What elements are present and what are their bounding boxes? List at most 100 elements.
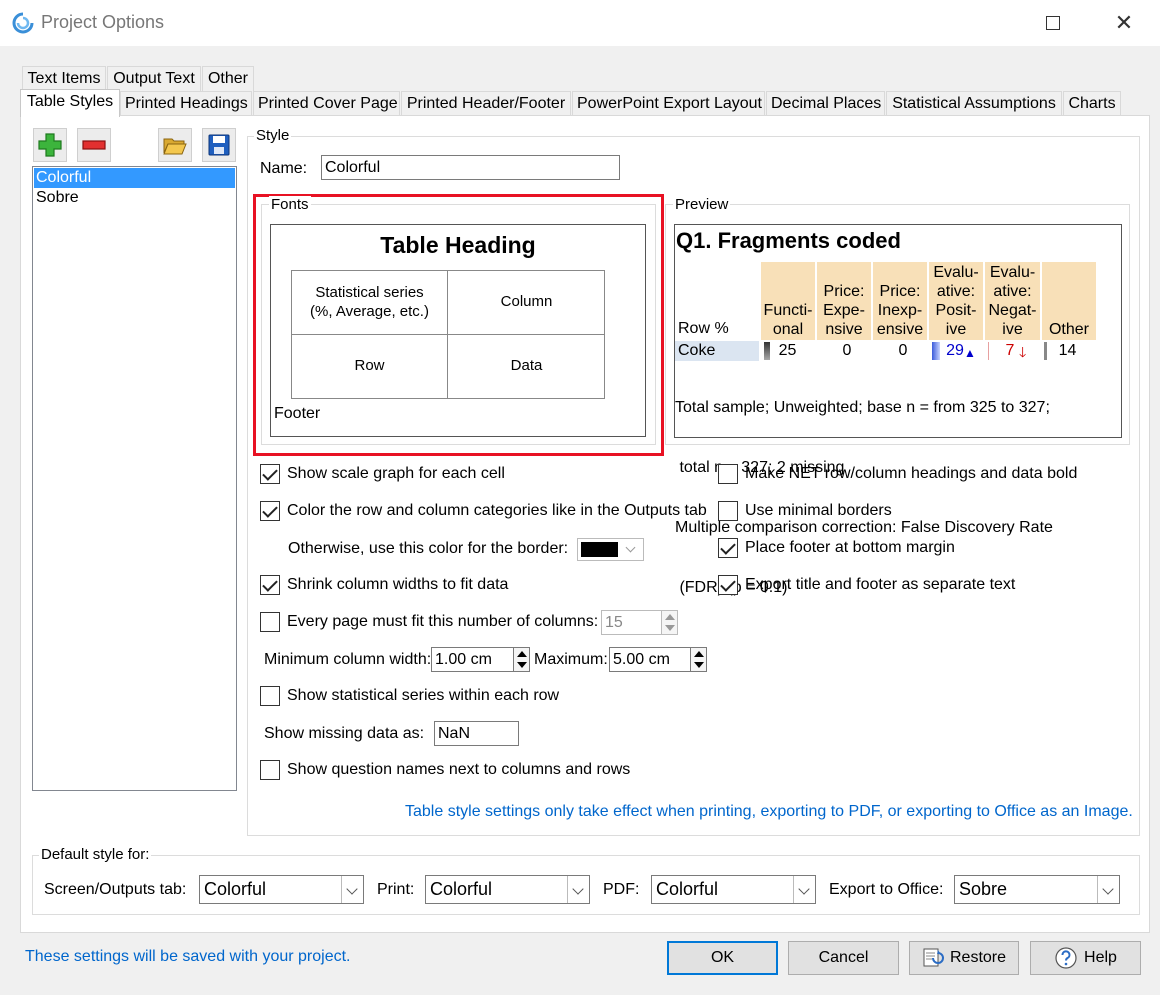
max-width-stepper[interactable]	[691, 647, 707, 672]
close-icon: ✕	[1114, 10, 1134, 35]
tab-printed-cover-page[interactable]: Printed Cover Page	[253, 91, 400, 116]
color-categories-label[interactable]: Color the row and column categories like…	[287, 502, 707, 520]
maximize-icon	[1046, 16, 1060, 30]
export-title-footer-label[interactable]: Export title and footer as separate text	[745, 576, 1015, 594]
min-width-stepper[interactable]	[514, 647, 530, 672]
tab-statistical-assumptions[interactable]: Statistical Assumptions	[886, 91, 1062, 116]
max-width-label: Maximum:	[534, 651, 608, 668]
chevron-down-icon	[567, 876, 589, 903]
row-font-sample[interactable]: Row	[292, 357, 447, 374]
footer-bottom-checkbox[interactable]	[718, 538, 738, 558]
help-button[interactable]: Help	[1030, 941, 1141, 975]
header-line: Evalu-	[933, 264, 979, 281]
maximize-button[interactable]	[1030, 0, 1076, 46]
footer-font-sample[interactable]: Footer	[274, 405, 320, 423]
preview-column-header: Evalu-ative: Negat-ive	[984, 262, 1040, 340]
stat-series-within-row-checkbox[interactable]	[260, 686, 280, 706]
columns-per-page-input[interactable]: 15	[601, 610, 662, 635]
save-icon	[208, 134, 230, 156]
restore-label: Restore	[949, 949, 1007, 966]
tab-table-styles[interactable]: Table Styles	[20, 89, 120, 117]
show-scale-graph-label[interactable]: Show scale graph for each cell	[287, 465, 505, 483]
office-style-value: Sobre	[959, 879, 1008, 899]
tab-powerpoint-export-layout[interactable]: PowerPoint Export Layout	[572, 91, 765, 116]
chevron-down-icon	[1097, 876, 1119, 903]
columns-per-page-stepper[interactable]	[662, 610, 678, 635]
screen-style-select[interactable]: Colorful	[199, 875, 364, 904]
header-line: ive	[945, 321, 967, 338]
column-font-sample[interactable]: Column	[448, 293, 605, 310]
open-style-button[interactable]	[158, 128, 192, 162]
minus-icon	[82, 140, 106, 150]
list-item[interactable]: Sobre	[33, 188, 236, 208]
screen-style-value: Colorful	[204, 879, 267, 899]
grid-divider	[291, 334, 605, 335]
folder-open-icon	[163, 138, 187, 155]
missing-data-label: Show missing data as:	[264, 725, 425, 742]
table-style-note: Table style settings only take effect wh…	[405, 803, 1133, 820]
header-line: onal	[772, 321, 804, 338]
tab-printed-header-footer[interactable]: Printed Header/Footer	[401, 91, 571, 116]
preview-column-header: Functi-onal	[760, 262, 815, 340]
statistical-series-font-sample[interactable]: Statistical series (%, Average, etc.)	[292, 283, 447, 321]
add-style-button[interactable]	[33, 128, 67, 162]
export-title-footer-checkbox[interactable]	[718, 575, 738, 595]
pdf-label: PDF:	[603, 881, 640, 898]
preview-column-header: Other	[1041, 262, 1096, 340]
tab-output-text[interactable]: Output Text	[107, 66, 201, 91]
default-style-group-label: Default style for:	[39, 846, 152, 863]
net-bold-label[interactable]: Make NET row/column headings and data bo…	[745, 465, 1077, 483]
header-line: Inexp-	[877, 302, 923, 319]
missing-data-input[interactable]: NaN	[434, 721, 519, 746]
stat-series-within-row-label[interactable]: Show statistical series within each row	[287, 687, 559, 705]
chevron-down-icon	[625, 542, 636, 553]
color-categories-checkbox[interactable]	[260, 501, 280, 521]
header-line: Negat-	[988, 302, 1037, 319]
statistical-series-text: Statistical series	[315, 284, 424, 301]
fit-columns-label[interactable]: Every page must fit this number of colum…	[287, 613, 598, 631]
tab-charts[interactable]: Charts	[1063, 91, 1121, 116]
style-name-input[interactable]: Colorful	[321, 155, 620, 180]
table-heading-font-sample[interactable]: Table Heading	[270, 232, 646, 259]
print-style-select[interactable]: Colorful	[425, 875, 590, 904]
net-bold-checkbox[interactable]	[718, 464, 738, 484]
question-names-checkbox[interactable]	[260, 760, 280, 780]
save-style-button[interactable]	[202, 128, 236, 162]
pdf-style-select[interactable]: Colorful	[651, 875, 816, 904]
tab-decimal-places[interactable]: Decimal Places	[766, 91, 885, 116]
list-item[interactable]: Colorful	[34, 168, 235, 188]
chevron-down-icon	[341, 876, 363, 903]
style-list[interactable]: Colorful Sobre	[32, 166, 237, 791]
preview-data-cell: 14	[1058, 342, 1077, 359]
cancel-button[interactable]: Cancel	[788, 941, 899, 975]
shrink-columns-checkbox[interactable]	[260, 575, 280, 595]
footer-bottom-label[interactable]: Place footer at bottom margin	[745, 539, 955, 557]
ok-button[interactable]: OK	[667, 941, 778, 975]
restore-button[interactable]: Restore	[909, 941, 1019, 975]
tab-text-items[interactable]: Text Items	[22, 66, 106, 91]
remove-style-button[interactable]	[77, 128, 111, 162]
plus-icon	[38, 133, 62, 157]
fit-columns-checkbox[interactable]	[260, 612, 280, 632]
minimal-borders-label[interactable]: Use minimal borders	[745, 502, 892, 520]
close-button[interactable]: ✕	[1101, 0, 1147, 46]
window-title: Project Options	[41, 12, 165, 32]
min-width-input[interactable]: 1.00 cm	[431, 647, 514, 672]
export-office-label: Export to Office:	[829, 881, 944, 898]
chevron-down-icon	[793, 876, 815, 903]
office-style-select[interactable]: Sobre	[954, 875, 1120, 904]
footer-line: Total sample; Unweighted; base n = from …	[675, 399, 1050, 416]
shrink-columns-label[interactable]: Shrink column widths to fit data	[287, 576, 508, 594]
data-font-sample[interactable]: Data	[448, 357, 605, 374]
tab-other[interactable]: Other	[202, 66, 254, 91]
preview-row-header: Row %	[678, 320, 729, 337]
tab-printed-headings[interactable]: Printed Headings	[120, 91, 252, 116]
header-line: Evalu-	[989, 264, 1036, 281]
max-width-input[interactable]: 5.00 cm	[609, 647, 691, 672]
question-names-label[interactable]: Show question names next to columns and …	[287, 761, 630, 779]
border-color-picker[interactable]	[577, 538, 644, 561]
preview-column-header: Evalu-ative: Posit-ive	[928, 262, 983, 340]
minimal-borders-checkbox[interactable]	[718, 501, 738, 521]
header-line: ative:	[936, 283, 976, 300]
show-scale-graph-checkbox[interactable]	[260, 464, 280, 484]
